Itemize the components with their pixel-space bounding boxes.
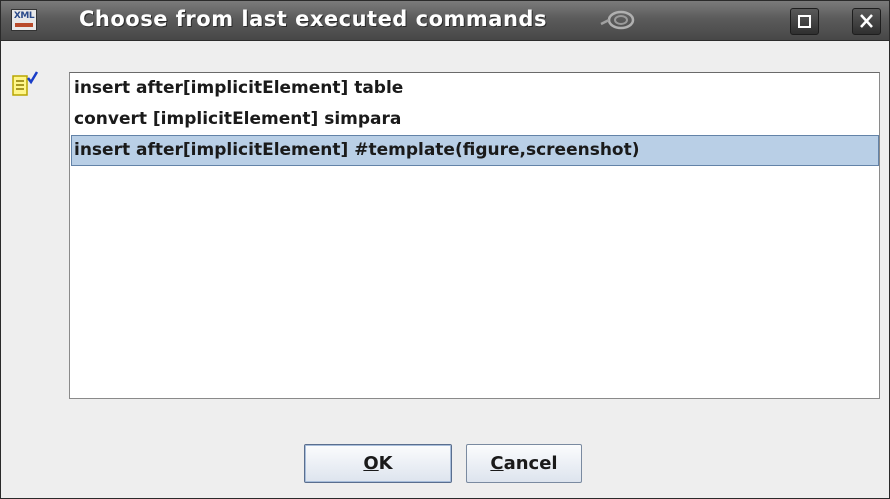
ok-button[interactable]: OK — [304, 444, 452, 483]
dialog-window: XML Choose from last executed commands i… — [0, 0, 890, 499]
commands-list[interactable]: insert after[implicitElement] table conv… — [69, 72, 880, 399]
maximize-button[interactable] — [790, 8, 819, 35]
list-item-selected[interactable]: insert after[implicitElement] #template(… — [71, 135, 879, 166]
ok-mnemonic: O — [363, 453, 379, 474]
cancel-button[interactable]: Cancel — [466, 444, 582, 483]
title-bar[interactable]: XML Choose from last executed commands — [1, 1, 889, 41]
dialog-title: Choose from last executed commands — [79, 7, 547, 31]
cancel-mnemonic: C — [490, 453, 504, 474]
maximize-icon — [798, 15, 811, 28]
cancel-label: ancel — [503, 453, 558, 474]
xml-app-icon[interactable]: XML — [11, 9, 37, 31]
app-icon-label: XML — [13, 11, 35, 21]
list-item[interactable]: insert after[implicitElement] table — [71, 73, 879, 104]
close-button[interactable] — [852, 8, 881, 35]
checklist-icon — [12, 71, 39, 96]
close-icon — [860, 14, 873, 28]
gecko-logo-icon — [600, 10, 635, 30]
list-item[interactable]: convert [implicitElement] simpara — [71, 104, 879, 135]
ok-label: K — [378, 453, 393, 474]
